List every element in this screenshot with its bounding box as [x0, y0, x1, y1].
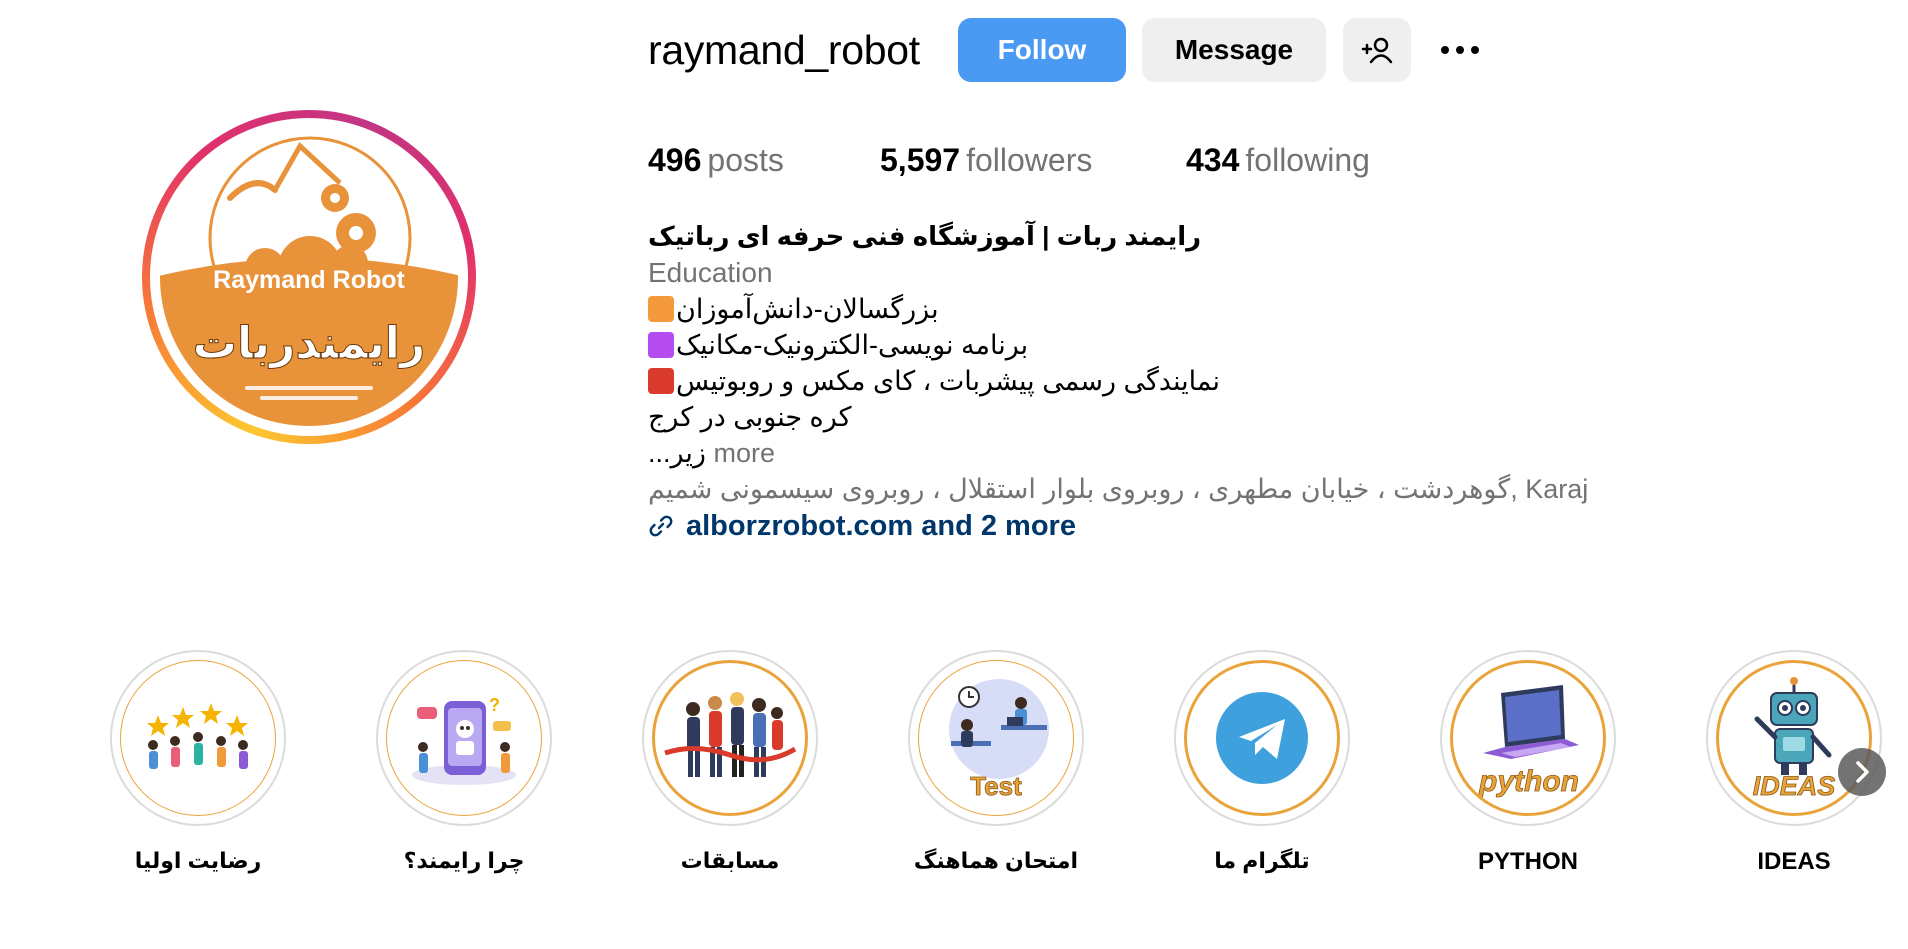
- test-badge-text: Test: [970, 771, 1022, 801]
- posts-stat: 496 posts: [648, 140, 784, 180]
- highlight-label: چرا رایمند؟: [403, 848, 525, 873]
- highlight-cover: Test: [918, 660, 1074, 816]
- more-dot-icon: [1456, 46, 1464, 54]
- avatar-text-fa: رایمندربات: [193, 318, 425, 369]
- laptop-icon: python: [1478, 685, 1579, 798]
- following-stat[interactable]: 434 following: [1186, 140, 1370, 180]
- highlight-label: رضایت اولیا: [134, 848, 262, 873]
- more-dot-icon: [1441, 46, 1449, 54]
- highlight-telegram[interactable]: تلگرام ما: [1174, 650, 1350, 874]
- following-count: 434: [1186, 142, 1240, 178]
- chevron-right-icon: [1856, 761, 1869, 783]
- highlight-coordinated-test[interactable]: Test امتحان هماهنگ: [908, 650, 1084, 874]
- purple-square-icon: [648, 332, 674, 358]
- bio-address: گوهردشت ، خیابان مطهری ، روبروی بلوار اس…: [648, 474, 1589, 504]
- svg-text:?: ?: [489, 695, 500, 715]
- highlight-ring: Test: [908, 650, 1084, 826]
- highlight-ring: python: [1440, 650, 1616, 826]
- followers-count: 5,597: [880, 142, 961, 178]
- python-badge-text: python: [1478, 765, 1579, 798]
- highlight-competitions[interactable]: مسابقات: [642, 650, 818, 874]
- highlight-label: امتحان هماهنگ: [913, 848, 1079, 873]
- link-icon: [649, 515, 673, 537]
- following-label: following: [1245, 142, 1370, 178]
- highlight-label: IDEAS: [1757, 848, 1831, 875]
- highlight-label: PYTHON: [1477, 848, 1578, 875]
- bio-line: کره جنوبی در کرج: [648, 402, 852, 432]
- username: raymand_robot: [648, 27, 920, 73]
- followers-label: followers: [966, 142, 1093, 178]
- bio-line-text: بزرگسالان-دانش‌آموزان: [676, 294, 939, 324]
- follow-button[interactable]: Follow: [958, 18, 1126, 82]
- bio-line: نمایندگی رسمی پیشربات ، کای مکس و روبوتی…: [648, 363, 1220, 399]
- bio-line-text: برنامه نویسی-الکترونیک-مکانیک: [676, 330, 1029, 360]
- bio-line: برنامه نویسی-الکترونیک-مکانیک: [648, 327, 1028, 363]
- orange-square-icon: [648, 296, 674, 322]
- avatar[interactable]: Raymand Robot رایمندربات: [160, 128, 458, 426]
- bio-website-link[interactable]: alborzrobot.com and 2 more: [648, 508, 1076, 544]
- red-square-icon: [648, 368, 674, 394]
- highlight-parents-satisfaction[interactable]: رضایت اولیا: [110, 650, 286, 874]
- highlight-ring: [1174, 650, 1350, 826]
- options-button[interactable]: [1432, 30, 1488, 70]
- highlight-cover: ?: [386, 660, 542, 816]
- highlight-ring: [642, 650, 818, 826]
- followers-stat[interactable]: 5,597 followers: [880, 140, 1092, 180]
- bio-more-link[interactable]: more: [713, 438, 775, 468]
- highlight-cover: python: [1450, 660, 1606, 816]
- posts-count: 496: [648, 142, 702, 178]
- bio-full-name: رایمند ربات | آموزشگاه فنی حرفه ای رباتی…: [648, 221, 1202, 251]
- bio-link-text: alborzrobot.com and 2 more: [686, 510, 1076, 542]
- bio-line: ...زیر more: [648, 435, 775, 471]
- robot-phone-icon: ?: [412, 695, 516, 785]
- more-dot-icon: [1471, 46, 1479, 54]
- highlight-label: مسابقات: [680, 848, 780, 873]
- students-test-icon: Test: [949, 679, 1049, 801]
- highlight-ring: [110, 650, 286, 826]
- happy-people-stars-icon: [147, 703, 248, 769]
- bio-line-text: نمایندگی رسمی پیشربات ، کای مکس و روبوتی…: [676, 366, 1221, 396]
- ideas-badge-text: IDEAS: [1753, 771, 1836, 801]
- highlights-next-button[interactable]: [1838, 748, 1886, 796]
- highlight-python[interactable]: python PYTHON: [1440, 650, 1616, 876]
- bio-category: Education: [648, 257, 773, 288]
- highlight-cover: [120, 660, 276, 816]
- bio-line: بزرگسالان-دانش‌آموزان: [648, 291, 939, 327]
- highlight-label: تلگرام ما: [1214, 848, 1310, 873]
- finish-line-racers-icon: [664, 692, 797, 777]
- telegram-icon: [1216, 692, 1308, 784]
- suggest-user-button[interactable]: [1343, 18, 1411, 82]
- highlight-why-raymand[interactable]: ? چرا رایمند؟: [376, 650, 552, 874]
- highlight-cover: [1184, 660, 1340, 816]
- highlight-ring: ?: [376, 650, 552, 826]
- add-user-icon: [1361, 37, 1393, 64]
- posts-label: posts: [707, 142, 784, 178]
- bio-line-text: ...زیر: [648, 438, 706, 468]
- highlight-cover: [652, 660, 808, 816]
- avatar-text-en: Raymand Robot: [213, 266, 405, 294]
- message-button[interactable]: Message: [1142, 18, 1326, 82]
- highlight-ring: IDEAS: [1706, 650, 1882, 826]
- highlight-cover: IDEAS: [1716, 660, 1872, 816]
